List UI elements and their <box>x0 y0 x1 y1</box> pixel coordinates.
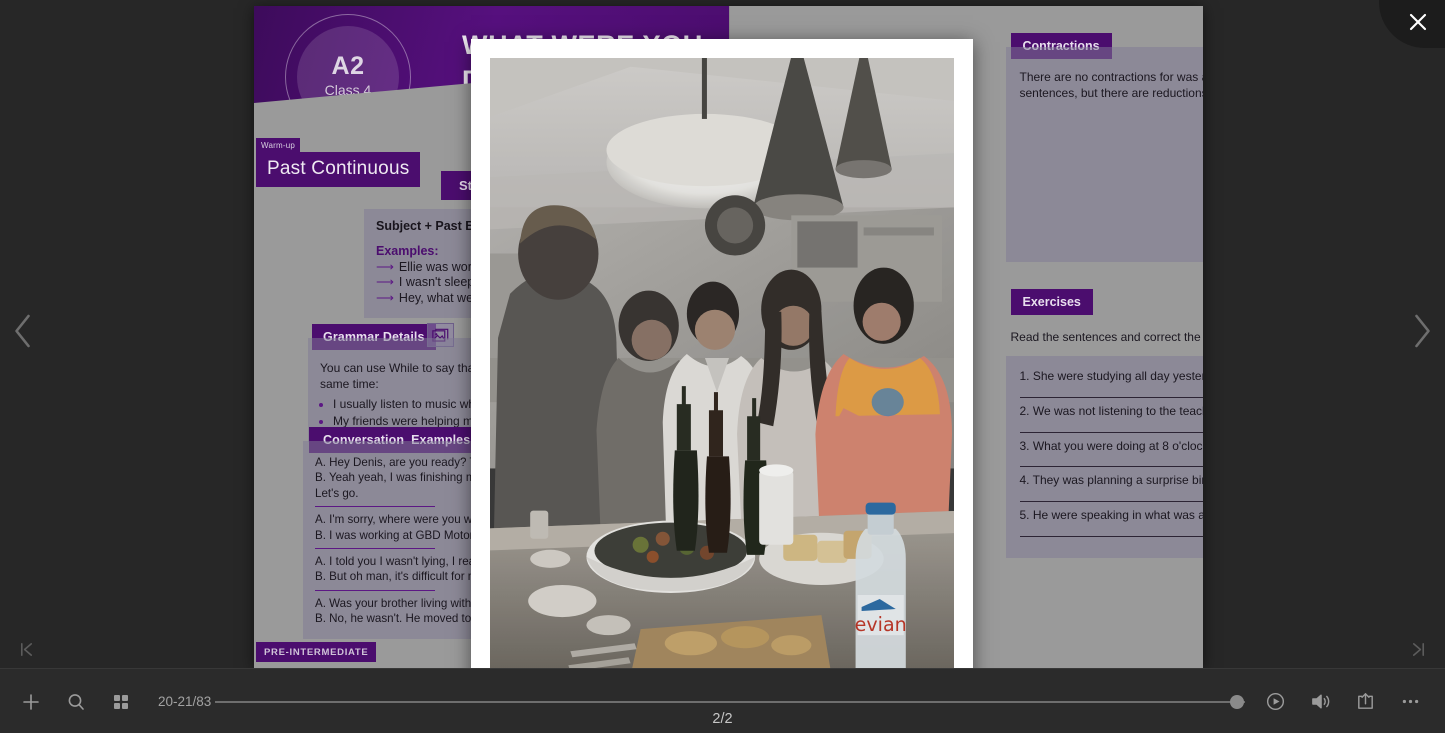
level-tag: PRE-INTERMEDIATE <box>256 642 377 662</box>
level-code: A2 <box>331 52 365 81</box>
exercise-item: 2. We was not listening to the teacher i… <box>1019 403 1204 418</box>
exercises-chip[interactable]: Exercises <box>1010 289 1093 315</box>
contractions-lead: There are no contractions for was and we… <box>1019 70 1204 101</box>
arrow-icon: ⟶ <box>376 290 394 305</box>
exercise-item: 1. She were studying all day yesterday i… <box>1019 369 1204 383</box>
exercises-card: 1. She were studying all day yesterday i… <box>1005 356 1204 559</box>
play-circle-icon[interactable] <box>1262 689 1288 715</box>
level-badge: A2 Class 4 <box>285 14 411 139</box>
skip-back-icon <box>20 642 32 656</box>
chevron-right-icon <box>1414 314 1430 348</box>
exercise-item: 5. He were speaking in what was a differ… <box>1019 508 1204 523</box>
answer-line <box>1019 501 1203 503</box>
plus-icon[interactable] <box>18 689 44 715</box>
first-page-button[interactable] <box>7 634 45 664</box>
exercise-item: 3. What you were doing at 8 o'clock last… <box>1019 438 1204 453</box>
prev-page-chevron[interactable] <box>2 305 44 357</box>
slider-track[interactable] <box>215 694 1245 709</box>
contractions-card: There are no contractions for was and we… <box>1005 47 1204 262</box>
divider <box>315 589 435 591</box>
chevron-left-icon <box>14 314 30 348</box>
answer-line <box>1019 396 1203 398</box>
page-range-label: 20-21/83 <box>158 694 212 709</box>
divider <box>315 548 435 550</box>
toolbar-right-group <box>1262 669 1423 733</box>
answer-line <box>1019 466 1203 468</box>
grid-icon[interactable] <box>108 689 134 715</box>
next-page-chevron[interactable] <box>1400 305 1442 357</box>
warmup-tag: Warm-up <box>256 138 300 152</box>
answer-line <box>1019 536 1203 538</box>
bottom-toolbar: 20-21/83 2/2 <box>0 668 1445 733</box>
lightbox-viewer: A2 Class 4 WHAT WERE YOU DOING? Warm-up … <box>0 0 1445 733</box>
more-icon[interactable] <box>1397 689 1423 715</box>
exercise-item: 4. They was planning a surprise birthday… <box>1019 473 1204 488</box>
search-icon[interactable] <box>63 689 89 715</box>
toolbar-left-group: 20-21/83 <box>18 669 211 733</box>
level-badge-inner: A2 Class 4 <box>297 26 399 128</box>
arrow-icon: ⟶ <box>376 260 394 274</box>
viewer-stage: A2 Class 4 WHAT WERE YOU DOING? Warm-up … <box>0 0 1445 668</box>
divider <box>315 506 435 508</box>
slider-thumb[interactable] <box>1229 694 1244 709</box>
page-slider[interactable] <box>215 669 1245 733</box>
section-title: Past Continuous <box>256 152 421 187</box>
answer-line <box>1019 431 1203 433</box>
kitchen-gathering-photo: evian <box>490 58 954 668</box>
share-icon[interactable] <box>1352 689 1378 715</box>
photo-lightbox[interactable]: evian <box>471 39 973 668</box>
class-label: Class 4 <box>324 81 372 98</box>
volume-icon[interactable] <box>1307 689 1333 715</box>
close-button[interactable] <box>1379 0 1445 48</box>
skip-forward-icon <box>1412 642 1424 656</box>
photo-image: evian <box>490 58 954 668</box>
close-icon <box>1409 13 1426 31</box>
exercises-lead: Read the sentences and correct the wrong… <box>1010 330 1204 344</box>
arrow-icon: ⟶ <box>376 275 394 290</box>
last-page-button[interactable] <box>1399 634 1437 664</box>
